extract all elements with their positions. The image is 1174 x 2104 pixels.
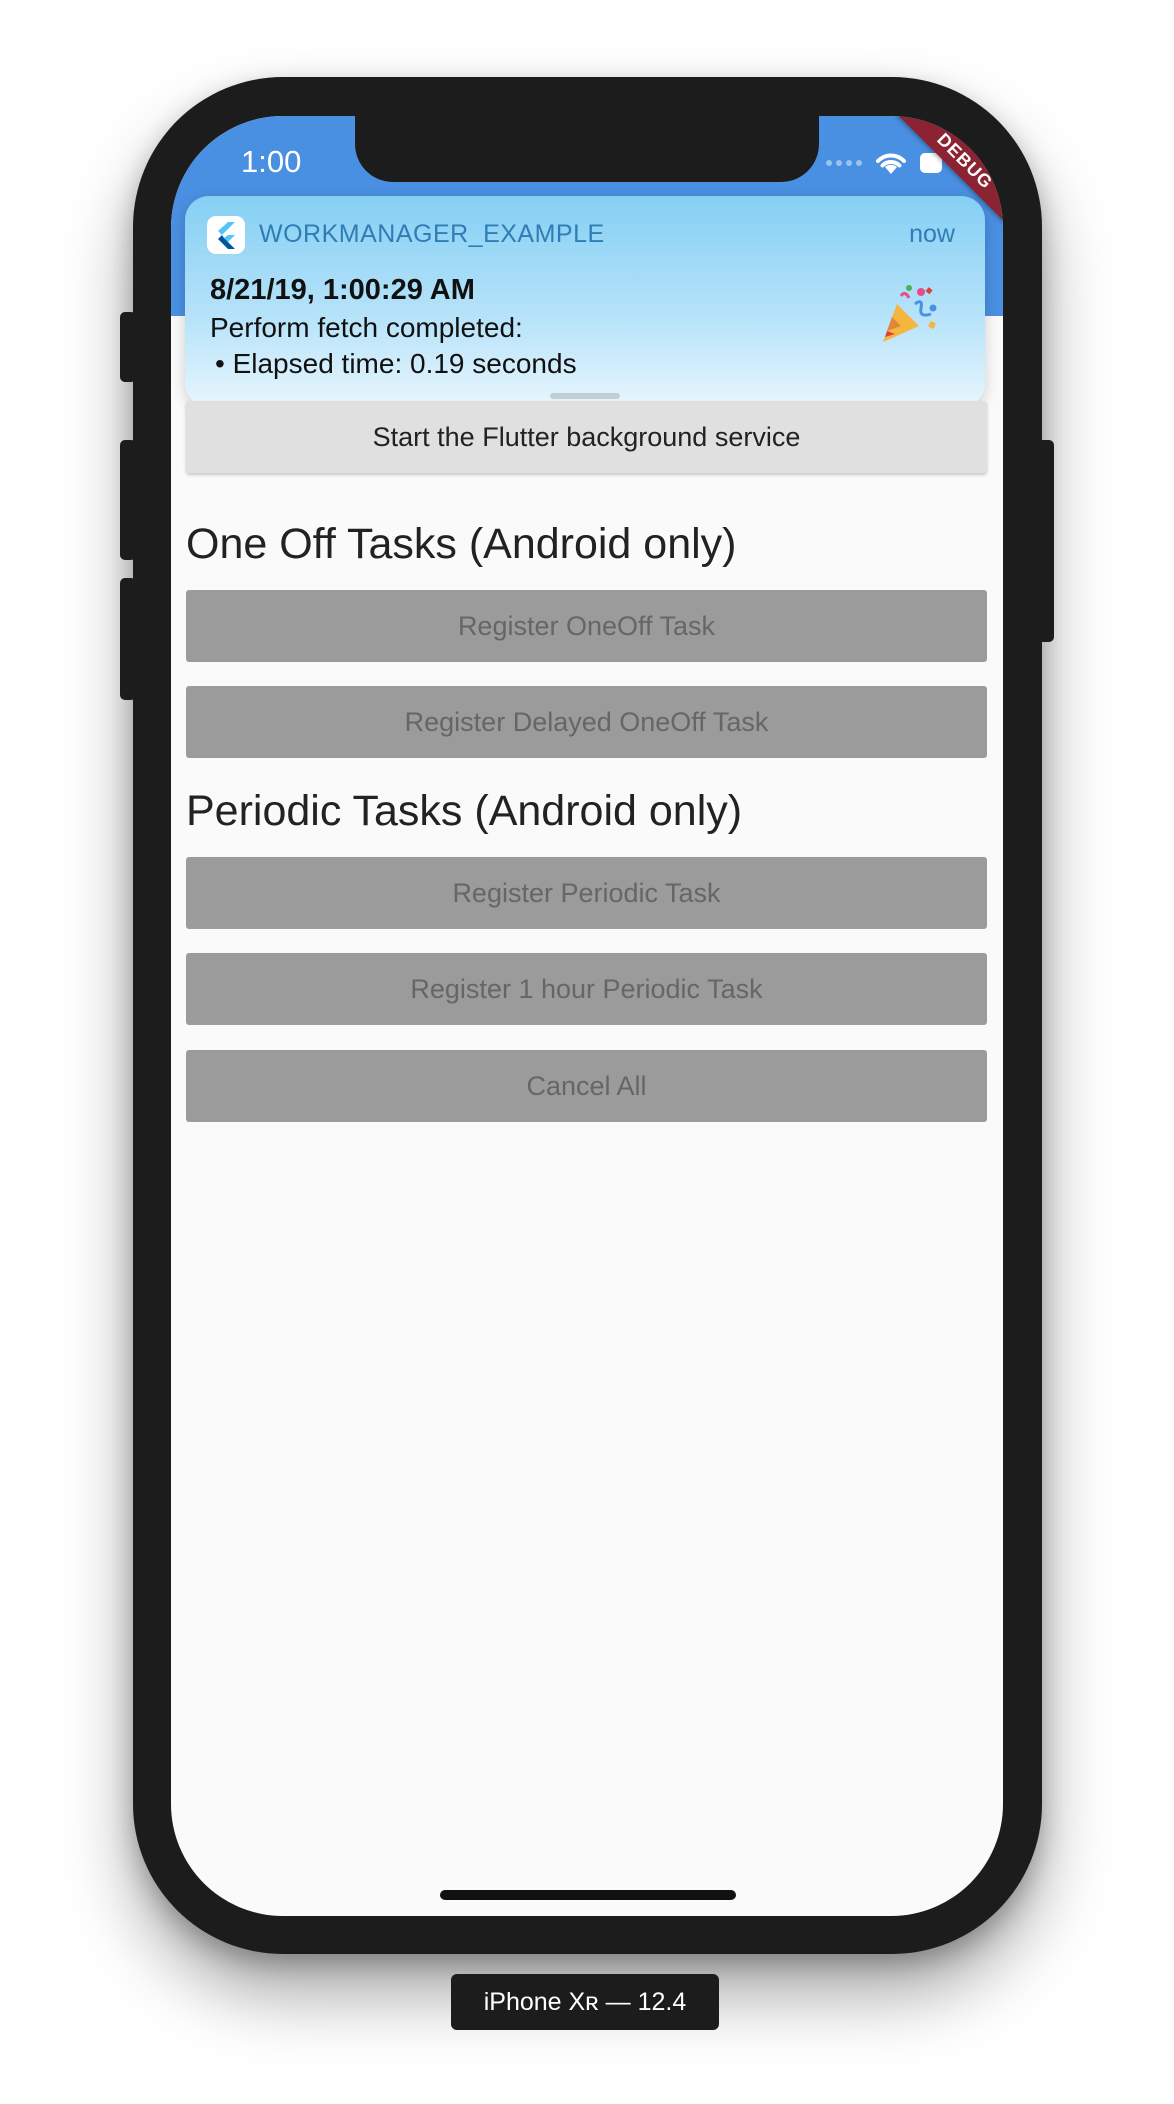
start-background-service-button[interactable]: Start the Flutter background service: [186, 401, 987, 473]
status-time: 1:00: [241, 144, 302, 179]
notification-app-name: WORKMANAGER_EXAMPLE: [259, 220, 605, 248]
one-off-tasks-heading: One Off Tasks (Android only): [186, 520, 737, 568]
device-label: iPhone Xʀ — 12.4: [451, 1974, 719, 2030]
register-periodic-task-button[interactable]: Register Periodic Task: [186, 857, 987, 929]
notification-body-line: Perform fetch completed:: [210, 312, 523, 343]
home-indicator[interactable]: [440, 1890, 736, 1900]
notification-title: 8/21/19, 1:00:29 AM: [210, 274, 475, 306]
status-icons: [826, 148, 942, 178]
volume-up-button: [120, 440, 136, 560]
wifi-icon: [876, 153, 906, 174]
notification-grabber[interactable]: [550, 393, 620, 399]
cellular-signal-icon: [826, 160, 862, 166]
notification-body-line: • Elapsed time: 0.19 seconds: [215, 348, 577, 379]
periodic-tasks-heading: Periodic Tasks (Android only): [186, 787, 743, 835]
notification-card[interactable]: WORKMANAGER_EXAMPLE now 8/21/19, 1:00:29…: [185, 196, 985, 407]
notch: [355, 116, 819, 182]
power-button: [1038, 440, 1054, 642]
register-1-hour-periodic-task-button[interactable]: Register 1 hour Periodic Task: [186, 953, 987, 1025]
register-oneoff-task-button[interactable]: Register OneOff Task: [186, 590, 987, 662]
cancel-all-button[interactable]: Cancel All: [186, 1050, 987, 1122]
party-popper-icon: [883, 285, 937, 342]
register-delayed-oneoff-task-button[interactable]: Register Delayed OneOff Task: [186, 686, 987, 758]
notification-time: now: [909, 220, 955, 248]
mute-switch: [120, 312, 136, 382]
phone-screen: 1:00 DEBUG WORKMANAGER_EXAMPLE now 8/21/…: [171, 116, 1003, 1916]
volume-down-button: [120, 578, 136, 700]
flutter-logo-icon: [207, 216, 245, 254]
